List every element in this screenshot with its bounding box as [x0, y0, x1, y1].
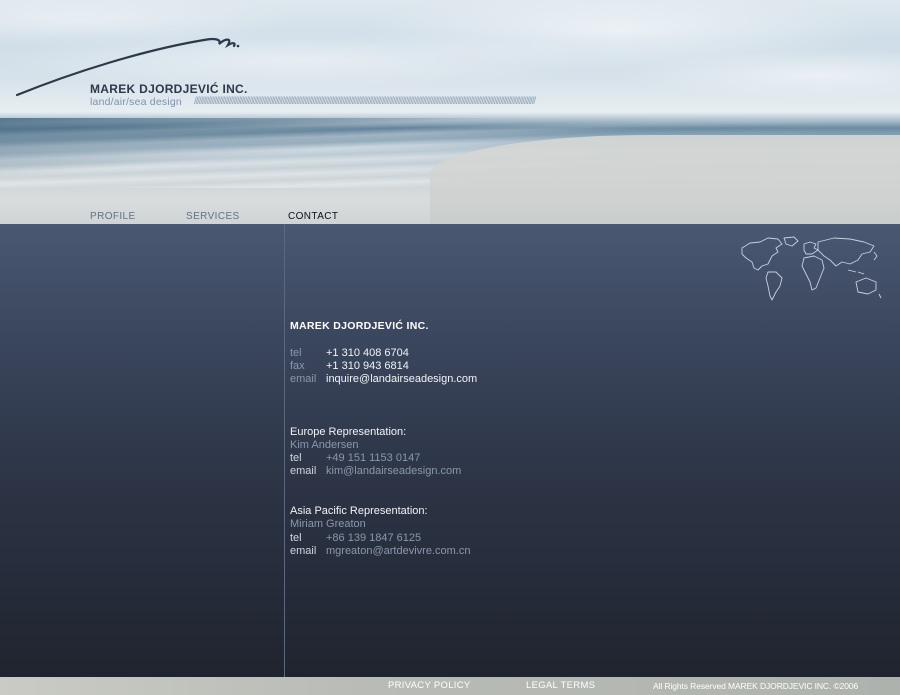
beach-sand — [430, 135, 900, 224]
tel-label: tel — [290, 347, 302, 359]
legal-terms-link[interactable]: LEGAL TERMS — [526, 680, 595, 691]
asia-rep-title: Asia Pacific Representation: — [290, 505, 428, 517]
tel-label: tel — [290, 452, 302, 464]
asia-rep-name: Miriam Greaton — [290, 518, 366, 530]
contact-company-name: MAREK DJORDJEVIĆ INC. — [290, 320, 429, 332]
email-label: email — [290, 465, 317, 477]
fax-label: fax — [290, 360, 305, 372]
privacy-policy-link[interactable]: PRIVACY POLICY — [388, 680, 471, 691]
main-tel-value: +1 310 408 6704 — [326, 347, 409, 359]
nav-services[interactable]: SERVICES — [186, 211, 240, 222]
email-label: email — [290, 373, 317, 385]
europe-tel-value: +49 151 1153 0147 — [326, 452, 421, 464]
main-email-link[interactable]: inquire@landairseadesign.com — [326, 373, 477, 386]
header-banner: MAREK DJORDJEVIĆ INC. land/air/sea desig… — [0, 0, 900, 224]
footer-bar: PRIVACY POLICY LEGAL TERMS All Rights Re… — [0, 677, 900, 695]
world-map-icon — [741, 236, 882, 301]
copyright-notice: All Rights Reserved MAREK DJORDJEVIC INC… — [653, 681, 859, 691]
tel-label: tel — [290, 532, 302, 544]
asia-tel-value: +86 139 1847 6125 — [326, 532, 422, 544]
main-content: MAREK DJORDJEVIĆ INC. tel +1 310 408 670… — [0, 224, 900, 677]
europe-rep-title: Europe Representation: — [290, 426, 407, 438]
europe-rep-name: Kim Andersen — [290, 439, 359, 451]
column-divider — [284, 224, 285, 677]
asia-email-link[interactable]: mgreaton@artdevivre.com.cn — [326, 545, 470, 558]
email-label: email — [290, 545, 317, 557]
nav-contact[interactable]: CONTACT — [288, 211, 338, 222]
nav-profile[interactable]: PROFILE — [90, 211, 136, 222]
decorative-slash-line: ////////////////////////////////////////… — [194, 96, 536, 107]
company-title: MAREK DJORDJEVIĆ INC. — [90, 82, 248, 96]
europe-email-link[interactable]: kim@landairseadesign.com — [326, 465, 461, 478]
company-tagline: land/air/sea design — [90, 96, 182, 108]
main-fax-value: +1 310 943 6814 — [326, 360, 409, 372]
